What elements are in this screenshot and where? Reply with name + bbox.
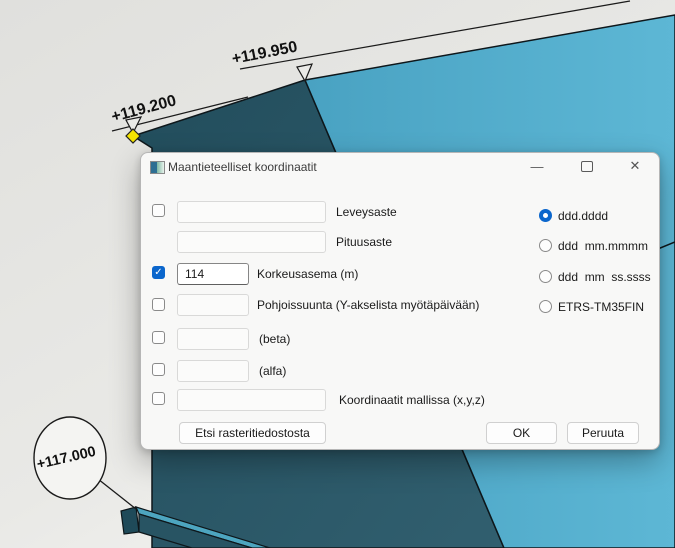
- cad-viewport: +119.200 +119.950 +117.000 Maantieteelli…: [0, 0, 675, 548]
- north-direction-label: Pohjoissuunta (Y-akselista myötäpäivään): [257, 298, 479, 312]
- north-direction-field: [177, 294, 249, 316]
- radio-etrs-tm35fin-label: ETRS-TM35FIN: [558, 300, 644, 314]
- beta-label: (beta): [259, 332, 290, 346]
- close-icon: ✕: [630, 158, 641, 174]
- cancel-button[interactable]: Peruuta: [567, 422, 639, 444]
- find-raster-file-label: Etsi rasteritiedostosta: [195, 426, 310, 440]
- dialog-app-icon: [150, 161, 165, 174]
- radio-ddd-dddd[interactable]: [539, 209, 552, 222]
- snap-point-marker: [126, 129, 140, 143]
- checkbox-north-direction[interactable]: [152, 298, 165, 311]
- radio-etrs-tm35fin[interactable]: [539, 300, 552, 313]
- latitude-field: [177, 201, 326, 223]
- latitude-label: Leveysaste: [336, 205, 397, 219]
- radio-ddd-mm-ss-ssss[interactable]: [539, 270, 552, 283]
- longitude-label: Pituusaste: [336, 235, 392, 249]
- alfa-label: (alfa): [259, 364, 286, 378]
- ok-label: OK: [513, 426, 530, 440]
- model-coordinates-label: Koordinaatit mallissa (x,y,z): [339, 393, 485, 407]
- cancel-label: Peruuta: [582, 426, 624, 440]
- checkbox-alfa[interactable]: [152, 363, 165, 376]
- minimize-icon: —: [531, 159, 544, 174]
- radio-ddd-mm-mmmm[interactable]: [539, 239, 552, 252]
- checkbox-elevation[interactable]: ✓: [152, 266, 165, 279]
- dialog-titlebar[interactable]: Maantieteelliset koordinaatit — ✕: [141, 153, 659, 181]
- ok-button[interactable]: OK: [486, 422, 557, 444]
- radio-ddd-dddd-label: ddd.dddd: [558, 209, 608, 223]
- elevation-input[interactable]: [177, 263, 249, 285]
- model-coordinates-field: [177, 389, 326, 411]
- dialog-title: Maantieteelliset koordinaatit: [168, 160, 317, 174]
- balloon-leader-line: [98, 479, 136, 509]
- longitude-field: [177, 231, 326, 253]
- radio-ddd-mm-ss-ssss-label: ddd mm ss.ssss: [558, 270, 651, 284]
- elevation-label-right: +119.950: [231, 39, 299, 68]
- minimize-button[interactable]: —: [526, 156, 548, 176]
- alfa-field: [177, 360, 249, 382]
- beam-end-cap: [121, 507, 139, 534]
- close-button[interactable]: ✕: [624, 156, 646, 176]
- elevation-label: Korkeusasema (m): [257, 267, 358, 281]
- find-raster-file-button[interactable]: Etsi rasteritiedostosta: [179, 422, 326, 444]
- beta-field: [177, 328, 249, 350]
- radio-ddd-mm-mmmm-label: ddd mm.mmmm: [558, 239, 648, 253]
- elevation-label-left: +119.200: [110, 92, 179, 126]
- checkmark-icon: ✓: [154, 267, 162, 278]
- checkbox-model-coordinates[interactable]: [152, 392, 165, 405]
- checkbox-beta[interactable]: [152, 331, 165, 344]
- maximize-button[interactable]: [576, 156, 598, 176]
- maximize-icon: [581, 161, 593, 172]
- checkbox-latitude[interactable]: [152, 204, 165, 217]
- geographic-coordinates-dialog: Maantieteelliset koordinaatit — ✕ Leveys…: [140, 152, 660, 450]
